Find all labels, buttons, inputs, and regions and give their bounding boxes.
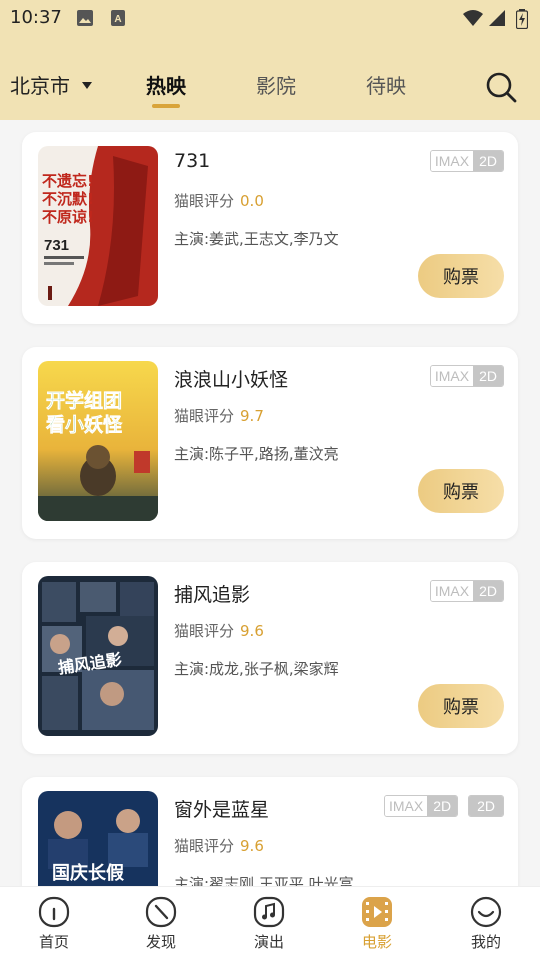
format-tags: IMAX 2D [429, 365, 504, 387]
poster-731-image: 不遗忘! 不沉默! 不原谅! 731 [38, 146, 158, 306]
movie-title[interactable]: 捕风追影 [174, 580, 250, 607]
poster-text: 731 [44, 237, 69, 254]
movie-poster[interactable]: 不遗忘! 不沉默! 不原谅! 731 [38, 146, 158, 306]
poster-text: 不原谅! [42, 208, 94, 226]
movie-title[interactable]: 浪浪山小妖怪 [174, 365, 288, 392]
nav-label: 我的 [470, 933, 501, 951]
movie-list[interactable]: 不遗忘! 不沉默! 不原谅! 731 731 IMAX 2D 猫眼评分 0.0 主演… [0, 120, 540, 886]
poster-text: 不遗忘! [42, 172, 94, 190]
movie-card[interactable]: 开学组团 看小妖怪 浪浪山小妖怪 IMAX 2D 猫眼评分 9.7 主演:陈子平,路… [22, 347, 518, 539]
caret-down-icon [82, 82, 92, 89]
rating-score: 0.0 [240, 192, 264, 210]
rating: 猫眼评分 0.0 [174, 190, 264, 211]
movie-cast: 主演:陈子平,路扬,董汶亮 [174, 445, 339, 463]
format-tags: IMAX 2D 2D [383, 795, 504, 817]
status-time: 10:37 [10, 7, 62, 28]
movie-card[interactable]: 不遗忘! 不沉默! 不原谅! 731 731 IMAX 2D 猫眼评分 0.0 主演… [22, 132, 518, 324]
movie-cast: 主演:成龙,张子枫,梁家辉 [174, 660, 339, 678]
rating: 猫眼评分 9.6 [174, 620, 264, 641]
nav-movies[interactable]: 电影 [337, 895, 417, 957]
poster-text: 国庆长假 [52, 862, 125, 884]
movie-poster[interactable]: 开学组团 看小妖怪 [38, 361, 158, 521]
rating-score: 9.6 [240, 622, 264, 640]
format-tag: IMAX 2D [383, 795, 459, 817]
poster-bufengzhuiying-image: 捕风追影 [38, 576, 158, 736]
compass-icon [145, 896, 177, 928]
header: 北京市 热映 影院 待映 [0, 56, 540, 116]
status-bar: 10:37 A [0, 0, 540, 36]
movie-poster[interactable]: 捕风追影 [38, 576, 158, 736]
buy-ticket-button[interactable]: 购票 [418, 254, 504, 298]
movie-cast: 主演:翟志刚,王亚平,叶光富 [174, 875, 354, 886]
movie-card[interactable]: 国庆长假 窗外是蓝星 IMAX 2D 2D 猫眼评分 9.6 主演:翟志刚,王亚平,… [22, 777, 518, 886]
nav-shows[interactable]: 演出 [229, 895, 309, 957]
nav-label: 首页 [38, 933, 69, 951]
bottom-nav: 首页 发现 演出 电影 我的 [0, 886, 540, 960]
poster-text: 看小妖怪 [45, 413, 123, 436]
format-tag: IMAX 2D [429, 365, 504, 387]
image-icon [77, 10, 93, 26]
format-tag: 2D [468, 795, 504, 817]
svg-text:A: A [114, 14, 121, 25]
rating-score: 9.6 [240, 837, 264, 855]
poster-chuangwaishilanxing-image: 国庆长假 [38, 791, 158, 886]
film-icon [362, 897, 392, 927]
battery-charging-icon [516, 9, 528, 29]
nav-home[interactable]: 首页 [14, 895, 94, 957]
rating-label: 猫眼评分 [174, 837, 235, 855]
city-selector[interactable]: 北京市 [10, 70, 92, 99]
nav-profile[interactable]: 我的 [446, 895, 526, 957]
signal-icon [489, 10, 505, 26]
active-tab-indicator [152, 104, 180, 108]
nav-label: 演出 [253, 933, 284, 951]
poster-text: 开学组团 [46, 389, 122, 412]
rating: 猫眼评分 9.6 [174, 835, 264, 856]
buy-ticket-button[interactable]: 购票 [418, 469, 504, 513]
font-icon: A [111, 10, 125, 26]
poster-text: 不沉默! [42, 190, 94, 208]
format-tag: IMAX 2D [429, 580, 504, 602]
rating-label: 猫眼评分 [174, 407, 235, 425]
tab-coming-soon[interactable]: 待映 [366, 70, 406, 99]
rating-label: 猫眼评分 [174, 192, 235, 210]
poster-langlangshan-image: 开学组团 看小妖怪 [38, 361, 158, 521]
movie-card[interactable]: 捕风追影 捕风追影 IMAX 2D 猫眼评分 9.6 主演:成龙,张子枫,梁家辉 购… [22, 562, 518, 754]
movie-title[interactable]: 731 [174, 150, 210, 172]
rating: 猫眼评分 9.7 [174, 405, 264, 426]
movie-title[interactable]: 窗外是蓝星 [174, 795, 269, 822]
movie-cast: 主演:姜武,王志文,李乃文 [174, 230, 339, 248]
nav-label: 发现 [145, 933, 176, 951]
wifi-icon [463, 10, 483, 26]
tab-cinemas[interactable]: 影院 [256, 70, 296, 99]
format-tags: IMAX 2D [429, 580, 504, 602]
top-bar: 10:37 A 北京市 热映 影院 待映 [0, 0, 540, 120]
city-label: 北京市 [10, 74, 70, 98]
nav-label: 电影 [361, 933, 392, 951]
format-tags: IMAX 2D [429, 150, 504, 172]
format-tag: IMAX 2D [429, 150, 504, 172]
rating-score: 9.7 [240, 407, 264, 425]
home-icon [38, 896, 70, 928]
smile-icon [470, 896, 502, 928]
music-note-icon [253, 896, 285, 928]
nav-discover[interactable]: 发现 [121, 895, 201, 957]
buy-ticket-button[interactable]: 购票 [418, 684, 504, 728]
rating-label: 猫眼评分 [174, 622, 235, 640]
tab-now-showing[interactable]: 热映 [146, 70, 186, 99]
movie-poster[interactable]: 国庆长假 [38, 791, 158, 886]
search-icon[interactable] [484, 70, 518, 104]
